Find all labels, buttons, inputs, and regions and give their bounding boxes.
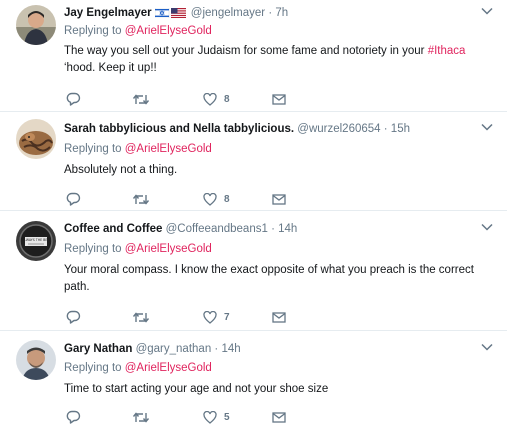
user-handle[interactable]: @wurzel260654 — [297, 123, 380, 135]
user-handle[interactable]: @gary_nathan — [136, 343, 212, 355]
display-name[interactable]: Jay Engelmayer — [64, 7, 152, 19]
user-handle[interactable]: @Coffeeandbeans1 — [166, 223, 268, 235]
reply-icon — [66, 92, 81, 106]
mention-link[interactable]: @ArielElyseGold — [125, 25, 212, 37]
like-count: 5 — [224, 411, 230, 423]
tweet-text-part: The way you sell out your Judaism for so… — [64, 45, 428, 57]
tweet-header: Gary Nathan @gary_nathan · 14h — [64, 341, 477, 357]
chevron-down-icon[interactable] — [481, 123, 493, 133]
flag-icons — [154, 7, 186, 23]
replying-prefix: Replying to — [64, 25, 125, 37]
display-name[interactable]: Coffee and Coffee — [64, 223, 162, 235]
retweet-button[interactable] — [132, 309, 150, 325]
tweet[interactable]: ALWAYS THE BED Coffee and Coffee @Coffee… — [0, 211, 507, 331]
chevron-down-icon[interactable] — [481, 7, 493, 17]
chevron-down-icon[interactable] — [481, 223, 493, 233]
reply-button[interactable] — [66, 91, 81, 107]
tweet-actions: 7 — [64, 309, 324, 325]
separator: · — [268, 7, 273, 19]
tweet-actions: 8 — [64, 191, 324, 207]
like-button[interactable]: 8 — [203, 91, 230, 107]
replying-prefix: Replying to — [64, 243, 125, 255]
replying-prefix: Replying to — [64, 362, 125, 374]
reply-icon — [66, 410, 81, 424]
heart-icon — [203, 310, 217, 324]
tweet-text: Time to start acting your age and not yo… — [64, 383, 329, 395]
like-button[interactable]: 7 — [203, 309, 230, 325]
like-button[interactable]: 8 — [203, 191, 230, 207]
chevron-down-icon[interactable] — [481, 343, 493, 353]
display-name[interactable]: Sarah tabbylicious and Nella tabbyliciou… — [64, 123, 294, 135]
tweet[interactable]: Sarah tabbylicious and Nella tabbyliciou… — [0, 112, 507, 211]
direct-message-button[interactable] — [272, 309, 286, 325]
hashtag-link[interactable]: #Ithaca — [428, 45, 466, 57]
reply-button[interactable] — [66, 409, 81, 425]
tweet[interactable]: Jay Engelmayer @jengelmayer · 7h Replyin… — [0, 0, 507, 112]
envelope-icon — [272, 93, 286, 105]
like-count: 8 — [224, 193, 230, 205]
like-button[interactable]: 5 — [203, 409, 230, 425]
display-name[interactable]: Gary Nathan — [64, 343, 132, 355]
separator: · — [383, 123, 388, 135]
user-handle[interactable]: @jengelmayer — [191, 7, 265, 19]
retweet-icon — [132, 93, 150, 105]
tweet-header: Coffee and Coffee @Coffeeandbeans1 · 14h — [64, 221, 477, 237]
avatar[interactable] — [16, 5, 56, 45]
reply-icon — [66, 192, 81, 206]
mention-link[interactable]: @ArielElyseGold — [125, 143, 212, 155]
reply-icon — [66, 310, 81, 324]
replying-to: Replying to @ArielElyseGold — [64, 361, 212, 376]
mention-link[interactable]: @ArielElyseGold — [125, 243, 212, 255]
like-count: 8 — [224, 93, 230, 105]
timestamp[interactable]: 14h — [221, 343, 240, 355]
separator: · — [271, 223, 275, 235]
replying-prefix: Replying to — [64, 143, 125, 155]
separator: · — [214, 343, 219, 355]
replying-to: Replying to @ArielElyseGold — [64, 242, 212, 257]
timestamp[interactable]: 7h — [275, 7, 288, 19]
tweet[interactable]: Gary Nathan @gary_nathan · 14h Replying … — [0, 331, 507, 427]
heart-icon — [203, 410, 217, 424]
avatar[interactable]: ALWAYS THE BED — [16, 221, 56, 261]
tweet-header: Jay Engelmayer @jengelmayer · 7h — [64, 5, 477, 23]
direct-message-button[interactable] — [272, 91, 286, 107]
avatar[interactable] — [16, 340, 56, 380]
retweet-icon — [132, 411, 150, 423]
envelope-icon — [272, 411, 286, 423]
retweet-button[interactable] — [132, 91, 150, 107]
direct-message-button[interactable] — [272, 191, 286, 207]
replying-to: Replying to @ArielElyseGold — [64, 24, 212, 39]
heart-icon — [203, 192, 217, 206]
tweet-actions: 8 — [64, 91, 324, 107]
like-count: 7 — [224, 311, 230, 323]
retweet-button[interactable] — [132, 409, 150, 425]
tweet-text: Your moral compass. I know the exact opp… — [64, 264, 474, 293]
envelope-icon — [272, 193, 286, 205]
envelope-icon — [272, 311, 286, 323]
tweet-text: The way you sell out your Judaism for so… — [64, 43, 487, 77]
avatar-caption: ALWAYS THE BED — [22, 238, 50, 242]
retweet-button[interactable] — [132, 191, 150, 207]
avatar[interactable] — [16, 119, 56, 159]
timestamp[interactable]: 14h — [278, 223, 297, 235]
tweet-actions: 5 — [64, 409, 324, 425]
reply-button[interactable] — [66, 309, 81, 325]
retweet-icon — [132, 311, 150, 323]
tweet-text-part: ‘hood. Keep it up!! — [64, 62, 157, 74]
direct-message-button[interactable] — [272, 409, 286, 425]
tweet-text: Absolutely not a thing. — [64, 164, 178, 176]
replying-to: Replying to @ArielElyseGold — [64, 142, 212, 157]
retweet-icon — [132, 193, 150, 205]
mention-link[interactable]: @ArielElyseGold — [125, 362, 212, 374]
heart-icon — [203, 92, 217, 106]
timestamp[interactable]: 15h — [391, 123, 410, 135]
tweet-header: Sarah tabbylicious and Nella tabbyliciou… — [64, 121, 477, 137]
reply-button[interactable] — [66, 191, 81, 207]
